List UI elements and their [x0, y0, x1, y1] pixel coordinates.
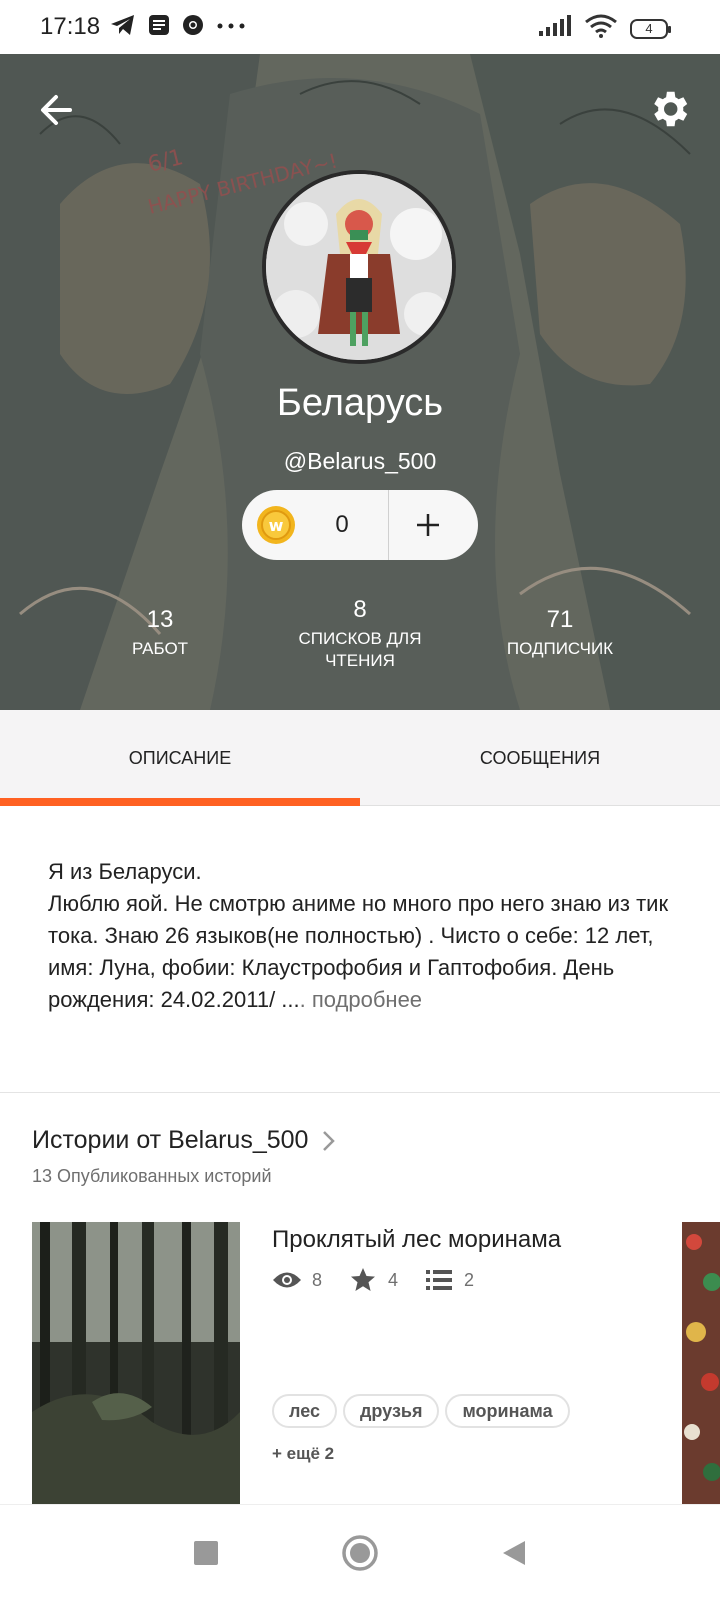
- arrow-left-icon: [41, 95, 72, 125]
- recent-apps-icon: [194, 1540, 218, 1565]
- wattpad-coin-icon: w: [257, 506, 295, 544]
- story-parts: 2: [464, 1269, 475, 1290]
- story-cover[interactable]: [32, 1222, 240, 1504]
- back-nav-button[interactable]: [494, 1533, 534, 1573]
- plus-icon: [417, 514, 439, 536]
- recent-apps-button[interactable]: [186, 1533, 226, 1573]
- story-tags: лес друзья моринама: [272, 1394, 570, 1428]
- display-name: Беларусь: [276, 382, 444, 424]
- telegram-icon: [110, 14, 136, 41]
- system-nav-bar: [0, 1504, 720, 1600]
- stat-followers-value: 71: [546, 606, 574, 633]
- eye-icon: [272, 1266, 302, 1294]
- stat-followers-label: ПОДПИСЧИК: [506, 639, 614, 658]
- more-dots-icon: [216, 18, 246, 36]
- story-title[interactable]: Проклятый лес моринама: [272, 1226, 561, 1254]
- wifi-icon: [584, 14, 618, 43]
- stories-section-header[interactable]: Истории от Belarus_500: [32, 1126, 336, 1155]
- coin-count: 0: [335, 511, 349, 538]
- status-bar: 17:18 4: [0, 0, 720, 54]
- story-stats: 8 4 2: [272, 1266, 490, 1294]
- notes-icon: [148, 14, 170, 41]
- tag-chip[interactable]: лес: [272, 1394, 337, 1428]
- status-right: 4: [538, 14, 671, 43]
- next-story-cover-image: [682, 1222, 720, 1504]
- stat-followers[interactable]: 71 ПОДПИСЧИК: [490, 606, 630, 660]
- coin-balance-pill: w 0: [242, 490, 478, 560]
- stat-works-value: 13: [146, 606, 174, 633]
- next-story-cover[interactable]: [682, 1222, 720, 1504]
- signal-icon: [538, 15, 572, 42]
- battery-indicator: 4: [630, 18, 671, 39]
- stat-works-label: РАБОТ: [131, 639, 189, 658]
- story-votes: 4: [388, 1269, 399, 1290]
- section-divider: [0, 1092, 720, 1093]
- tag-chip[interactable]: друзья: [342, 1394, 440, 1428]
- username: @Belarus_500: [283, 448, 437, 474]
- gear-icon: [654, 91, 688, 127]
- avatar-image: [266, 174, 452, 360]
- stories-subtitle: 13 Опубликованных историй: [32, 1166, 272, 1186]
- profile-description: Я из Беларуси. Люблю яой. Не смотрю аним…: [48, 856, 678, 1016]
- avatar[interactable]: [262, 170, 456, 364]
- stories-title: Истории от Belarus_500: [32, 1126, 309, 1154]
- stat-reading-lists-label: СПИСКОВ ДЛЯ ЧТЕНИЯ: [298, 629, 422, 670]
- profile-tabs: ОПИСАНИЕ СООБЩЕНИЯ: [0, 710, 720, 806]
- tab-messages[interactable]: СООБЩЕНИЯ: [360, 710, 720, 806]
- back-triangle-icon: [503, 1540, 525, 1565]
- tab-description[interactable]: ОПИСАНИЕ: [0, 710, 360, 806]
- star-icon: [348, 1266, 378, 1294]
- stat-reading-lists[interactable]: 8 СПИСКОВ ДЛЯ ЧТЕНИЯ: [280, 596, 440, 672]
- chrome-icon: [182, 14, 204, 41]
- svg-text:w: w: [269, 516, 284, 535]
- profile-header: 6/1 HAPPY BIRTHDAY~! Беларусь @Belarus_5…: [0, 54, 720, 710]
- read-more-link[interactable]: . подробнее: [300, 987, 422, 1012]
- list-icon: [424, 1266, 454, 1294]
- tag-chip[interactable]: моринама: [445, 1394, 570, 1428]
- home-button[interactable]: [340, 1533, 380, 1573]
- chevron-right-icon: [323, 1130, 336, 1151]
- back-button[interactable]: [36, 90, 76, 130]
- more-tags-link[interactable]: + ещё 2: [272, 1444, 334, 1464]
- status-time: 17:18: [40, 13, 101, 40]
- buy-coins-button[interactable]: [389, 490, 467, 560]
- story-cover-image: [32, 1222, 240, 1504]
- stat-works[interactable]: 13 РАБОТ: [100, 606, 220, 660]
- settings-button[interactable]: [646, 86, 692, 132]
- home-icon: [342, 1534, 378, 1571]
- story-reads: 8: [312, 1269, 323, 1290]
- stat-reading-lists-value: 8: [353, 596, 367, 623]
- status-left-icons: [110, 14, 246, 41]
